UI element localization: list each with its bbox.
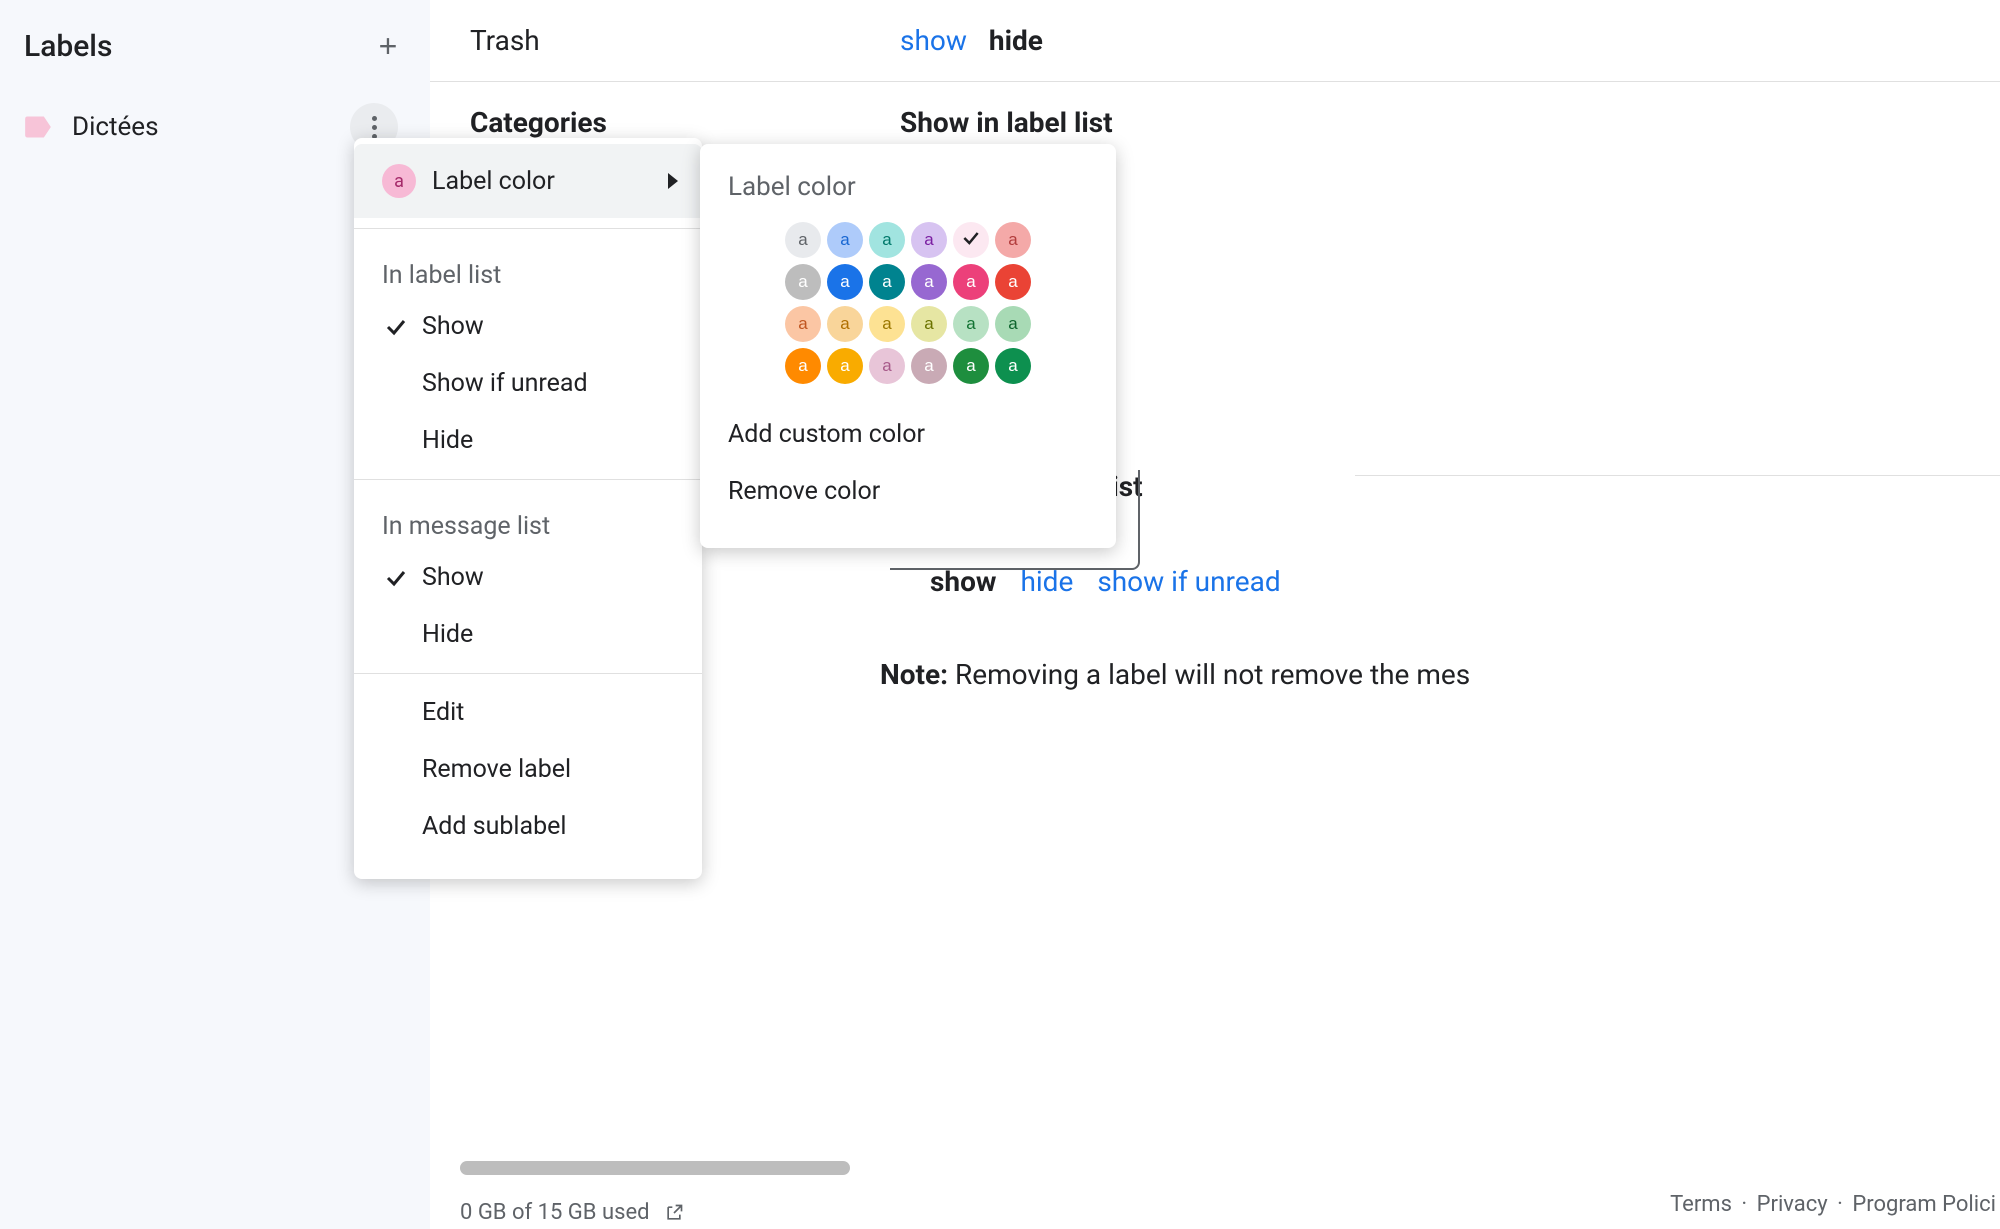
color-chip-icon: a bbox=[382, 164, 416, 198]
categories-label: Categories bbox=[470, 106, 900, 139]
footer-links: Terms · Privacy · Program Polici bbox=[1666, 1192, 2000, 1217]
color-swatch-10[interactable]: a bbox=[953, 264, 989, 300]
label-context-menu: a Label color In label list Show Show if… bbox=[354, 138, 702, 879]
trash-show-link[interactable]: show bbox=[900, 24, 967, 57]
check-icon bbox=[382, 315, 410, 339]
footer-terms-link[interactable]: Terms bbox=[1670, 1192, 1732, 1217]
ctx-msg-hide[interactable]: Hide bbox=[354, 606, 702, 663]
color-swatch-22[interactable]: a bbox=[953, 348, 989, 384]
color-swatch-9[interactable]: a bbox=[911, 264, 947, 300]
label-name: Dictées bbox=[72, 112, 159, 142]
color-swatch-grid: aaaaaaaaaaaaaaaaaaaaaaa bbox=[785, 222, 1031, 384]
color-swatch-1[interactable]: a bbox=[827, 222, 863, 258]
ctx-edit[interactable]: Edit bbox=[354, 684, 702, 741]
label-tag-icon bbox=[24, 116, 52, 138]
ctx-msg-show[interactable]: Show bbox=[354, 549, 702, 606]
ctx-remove-label[interactable]: Remove label bbox=[354, 741, 702, 798]
color-swatch-15[interactable]: a bbox=[911, 306, 947, 342]
color-swatch-20[interactable]: a bbox=[869, 348, 905, 384]
ctx-label-show-if-unread[interactable]: Show if unread bbox=[354, 355, 702, 412]
submenu-arrow-icon bbox=[668, 173, 678, 189]
add-label-button[interactable]: + bbox=[370, 28, 406, 64]
color-swatch-13[interactable]: a bbox=[827, 306, 863, 342]
ctx-add-sublabel[interactable]: Add sublabel bbox=[354, 798, 702, 855]
color-swatch-21[interactable]: a bbox=[911, 348, 947, 384]
color-swatch-6[interactable]: a bbox=[785, 264, 821, 300]
horizontal-scrollbar[interactable] bbox=[460, 1161, 850, 1175]
label-row[interactable]: Dictées bbox=[24, 104, 406, 150]
trash-hide-active[interactable]: hide bbox=[989, 24, 1043, 57]
color-swatch-19[interactable]: a bbox=[827, 348, 863, 384]
ctx-label-show[interactable]: Show bbox=[354, 298, 702, 355]
color-swatch-5[interactable]: a bbox=[995, 222, 1031, 258]
color-swatch-8[interactable]: a bbox=[869, 264, 905, 300]
sidebar-title: Labels bbox=[24, 29, 112, 64]
ctx-label-hide[interactable]: Hide bbox=[354, 412, 702, 469]
label-color-submenu: Label color aaaaaaaaaaaaaaaaaaaaaaa Add … bbox=[700, 144, 1116, 548]
color-menu-title: Label color bbox=[728, 172, 1088, 202]
color-swatch-7[interactable]: a bbox=[827, 264, 863, 300]
check-icon bbox=[961, 228, 981, 253]
color-swatch-12[interactable]: a bbox=[785, 306, 821, 342]
ctx-section-in-message-list: In message list bbox=[354, 490, 702, 549]
color-swatch-2[interactable]: a bbox=[869, 222, 905, 258]
color-swatch-14[interactable]: a bbox=[869, 306, 905, 342]
color-swatch-18[interactable]: a bbox=[785, 348, 821, 384]
add-custom-color[interactable]: Add custom color bbox=[728, 406, 1088, 463]
color-swatch-23[interactable]: a bbox=[995, 348, 1031, 384]
color-swatch-16[interactable]: a bbox=[953, 306, 989, 342]
trash-row: Trash show hide bbox=[430, 0, 2000, 82]
color-swatch-4[interactable] bbox=[953, 222, 989, 258]
note-text: Note: Removing a label will not remove t… bbox=[880, 658, 1960, 691]
trash-label: Trash bbox=[470, 24, 900, 57]
open-external-icon bbox=[664, 1203, 684, 1223]
categories-header: Show in label list bbox=[900, 106, 1113, 139]
color-swatch-17[interactable]: a bbox=[995, 306, 1031, 342]
footer-privacy-link[interactable]: Privacy bbox=[1757, 1192, 1828, 1217]
check-icon bbox=[382, 566, 410, 590]
color-swatch-0[interactable]: a bbox=[785, 222, 821, 258]
remove-color[interactable]: Remove color bbox=[728, 463, 1088, 520]
storage-usage[interactable]: 0 GB of 15 GB used bbox=[460, 1200, 684, 1225]
ctx-section-in-label-list: In label list bbox=[354, 239, 702, 298]
ctx-label-color[interactable]: a Label color bbox=[354, 144, 702, 218]
color-swatch-11[interactable]: a bbox=[995, 264, 1031, 300]
color-swatch-3[interactable]: a bbox=[911, 222, 947, 258]
footer-policies-link[interactable]: Program Polici bbox=[1852, 1192, 1996, 1217]
